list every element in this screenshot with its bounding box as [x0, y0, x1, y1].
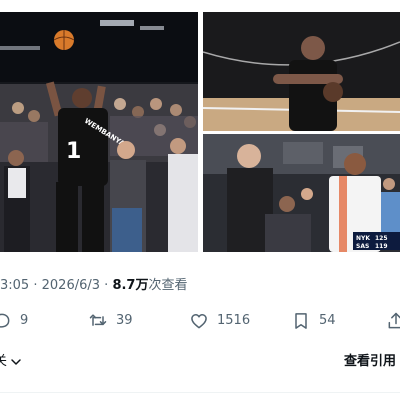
meta-separator: · — [104, 278, 109, 293]
reply-button[interactable]: 9 — [0, 308, 28, 334]
photo-court-scene — [203, 12, 400, 131]
photo-shot-scene: WEMBANYAMA 1 — [0, 12, 198, 252]
like-count: 1516 — [217, 313, 251, 328]
score-value2: 119 — [375, 243, 388, 250]
score-team1: NYK — [356, 235, 370, 242]
chevron-down-icon — [10, 356, 22, 368]
media-photo-shot[interactable]: WEMBANYAMA 1 — [0, 12, 198, 252]
bookmark-button[interactable]: 54 — [291, 308, 336, 334]
share-button[interactable] — [386, 308, 400, 334]
score-value1: 125 — [375, 235, 388, 242]
reply-icon — [0, 311, 12, 331]
divider — [0, 392, 400, 393]
heart-icon — [189, 311, 209, 331]
scoreboard: NYK 125 SAS 119 — [353, 232, 400, 250]
tweet-date[interactable]: 2026/6/3 — [42, 278, 100, 293]
media-photo-knicks[interactable]: NYK 125 SAS 119 — [203, 134, 400, 252]
tweet-meta: 3:05 · 2026/6/3 · 8.7万次查看 — [0, 276, 187, 296]
view-quotes-link[interactable]: 查看引用 — [344, 351, 396, 373]
score-team2: SAS — [356, 243, 369, 250]
retweet-count: 39 — [116, 313, 133, 328]
like-button[interactable]: 1516 — [189, 308, 250, 334]
tweet-actions: 9 39 1516 54 — [0, 308, 400, 334]
related-label: 关 — [0, 354, 8, 369]
tweet-time[interactable]: 3:05 — [0, 278, 29, 293]
photo-knicks-scene: NYK 125 SAS 119 — [203, 134, 400, 252]
media-photo-court[interactable] — [203, 12, 400, 131]
retweet-icon — [88, 311, 108, 331]
related-toggle[interactable]: 关 — [0, 351, 22, 373]
reply-count: 9 — [20, 313, 29, 328]
bookmark-count: 54 — [319, 313, 336, 328]
media-grid: WEMBANYAMA 1 NYK 125 SAS 119 — [0, 12, 400, 252]
views-count: 8.7万 — [112, 278, 149, 293]
meta-separator: · — [33, 278, 38, 293]
bookmark-icon — [291, 311, 311, 331]
tweet-footer: 关 查看引用 — [0, 351, 400, 373]
retweet-button[interactable]: 39 — [88, 308, 133, 334]
share-icon — [386, 311, 400, 331]
views-label: 次查看 — [148, 278, 188, 293]
jersey-number: 1 — [66, 139, 81, 164]
